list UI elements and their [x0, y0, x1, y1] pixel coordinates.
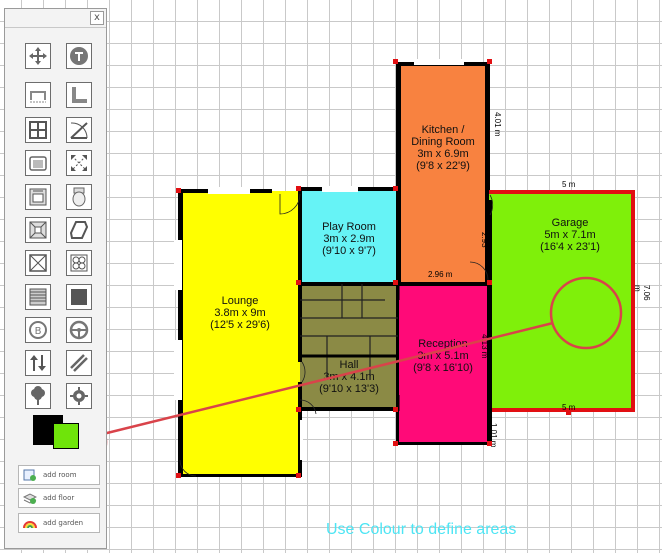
hob-tool-button[interactable]: [66, 250, 92, 276]
cooker-tool-button[interactable]: [25, 184, 51, 210]
play-room-metric: 3m x 2.9m: [323, 233, 375, 245]
sofa-icon: [29, 156, 47, 171]
add-garden-label: add garden: [43, 519, 84, 527]
dim-kitchen-bottom: 2.96 m: [428, 270, 453, 279]
hob-icon: [70, 254, 88, 272]
kitchen-label: Kitchen / Dining Room 3m x 6.9m (9'8 x 2…: [399, 124, 487, 172]
steering-wheel-icon: [69, 320, 89, 340]
lounge-imperial: (12'5 x 29'6): [210, 319, 270, 331]
bath-icon: [69, 221, 89, 239]
add-floor-label: add floor: [43, 494, 75, 502]
window-tool-button[interactable]: [25, 117, 51, 143]
stairs-icon: [29, 288, 47, 306]
toilet-tool-button[interactable]: [66, 184, 92, 210]
garage-label: Garage 5m x 7.1m (16'4 x 23'1): [520, 217, 620, 253]
bath-tool-button[interactable]: [66, 217, 92, 243]
boiler-icon: B: [29, 321, 47, 339]
dim-kitchen-side: 4.01 m: [493, 112, 502, 137]
cross-box-icon: [29, 221, 47, 239]
diagonal-lines-tool-button[interactable]: [66, 350, 92, 376]
kitchen-name: Kitchen /: [421, 124, 465, 136]
tool-palette: x B add room add floor add garden: [4, 8, 107, 549]
lounge-label: Lounge 3.8m x 9m (12'5 x 29'6): [190, 295, 290, 331]
add-room-icon: [23, 469, 36, 481]
move-tool-icon: [29, 47, 47, 65]
corner-wall-button[interactable]: [66, 82, 92, 108]
garage-name: Garage: [551, 217, 589, 229]
text-tool-button[interactable]: [66, 43, 92, 69]
play-room-label: Play Room 3m x 2.9m (9'10 x 9'7): [302, 221, 396, 257]
garage-metric: 5m x 7.1m: [544, 229, 596, 241]
palette-close-button[interactable]: x: [90, 11, 104, 25]
rainbow-icon: [23, 521, 37, 529]
move-tool-button[interactable]: [25, 43, 51, 69]
add-room-label: add room: [43, 471, 77, 479]
dim-reception-right: 4.13 m: [480, 334, 489, 359]
cross-box-tool-button[interactable]: [25, 217, 51, 243]
dim-small-right: 1.01 m: [489, 423, 498, 448]
dim-garage-right: 7.06 m: [633, 285, 651, 301]
reception-imperial: (9'8 x 16'10): [413, 362, 473, 374]
room-kitchen[interactable]: [396, 62, 490, 284]
solid-square-tool-button[interactable]: [66, 284, 92, 310]
up-down-arrows-tool-button[interactable]: [25, 350, 51, 376]
svg-text:B: B: [35, 326, 42, 337]
box-cross-tool-button[interactable]: [25, 250, 51, 276]
wall-tool-icon: [30, 91, 46, 103]
boiler-tool-button[interactable]: B: [25, 317, 51, 343]
door-tool-button[interactable]: [66, 117, 92, 143]
gear-tool-button[interactable]: [66, 383, 92, 409]
kitchen-metric: 3m x 6.9m: [417, 148, 469, 160]
add-garden-button[interactable]: add garden: [18, 513, 100, 533]
door-tool-icon: [70, 122, 88, 139]
caption-text: Use Colour to define areas: [326, 521, 517, 538]
lounge-name: Lounge: [221, 295, 259, 307]
hall-name: Hall: [339, 359, 359, 371]
up-down-arrows-icon: [30, 355, 46, 371]
hall-imperial: (9'10 x 13'3): [319, 383, 379, 395]
gear-icon: [70, 387, 88, 405]
kitchen-name-2: Dining Room: [411, 136, 475, 148]
corner-wall-icon: [72, 87, 87, 103]
resize-icon: [71, 155, 87, 171]
add-floor-button[interactable]: add floor: [18, 488, 100, 508]
room-lounge[interactable]: [178, 191, 301, 477]
reception-label: Reception 3m x 5.1m (9'8 x 16'10): [399, 338, 487, 374]
wall-tool-button[interactable]: [25, 82, 51, 108]
dim-kitchen-bottom-right: 2.93: [480, 232, 489, 248]
cooker-icon: [29, 188, 47, 206]
box-cross-icon: [29, 254, 47, 272]
background-color-swatch[interactable]: [53, 423, 79, 449]
play-room-name: Play Room: [322, 221, 376, 233]
lounge-metric: 3.8m x 9m: [214, 307, 266, 319]
solid-square-icon: [71, 289, 87, 305]
reception-name: Reception: [418, 338, 468, 350]
dim-garage-bottom: 5 m: [562, 403, 576, 412]
garage-imperial: (16'4 x 23'1): [540, 241, 600, 253]
kitchen-imperial: (9'8 x 22'9): [416, 160, 470, 172]
text-tool-icon: [70, 47, 88, 65]
steering-wheel-tool-button[interactable]: [66, 317, 92, 343]
add-floor-icon: [23, 493, 37, 504]
tree-tool-button[interactable]: [25, 383, 51, 409]
resize-tool-button[interactable]: [66, 150, 92, 176]
hall-metric: 3m x 4.1m: [323, 371, 375, 383]
hall-label: Hall 3m x 4.1m (9'10 x 13'3): [302, 359, 396, 395]
diagonal-lines-icon: [70, 354, 88, 372]
reception-metric: 3m x 5.1m: [417, 350, 469, 362]
window-tool-icon: [29, 121, 47, 139]
play-room-imperial: (9'10 x 9'7): [322, 245, 376, 257]
sofa-tool-button[interactable]: [25, 150, 51, 176]
tree-icon: [31, 386, 45, 405]
dim-garage-top: 5 m: [562, 180, 576, 189]
stairs-tool-button[interactable]: [25, 284, 51, 310]
toilet-icon: [72, 187, 86, 207]
add-room-button[interactable]: add room: [18, 465, 100, 485]
